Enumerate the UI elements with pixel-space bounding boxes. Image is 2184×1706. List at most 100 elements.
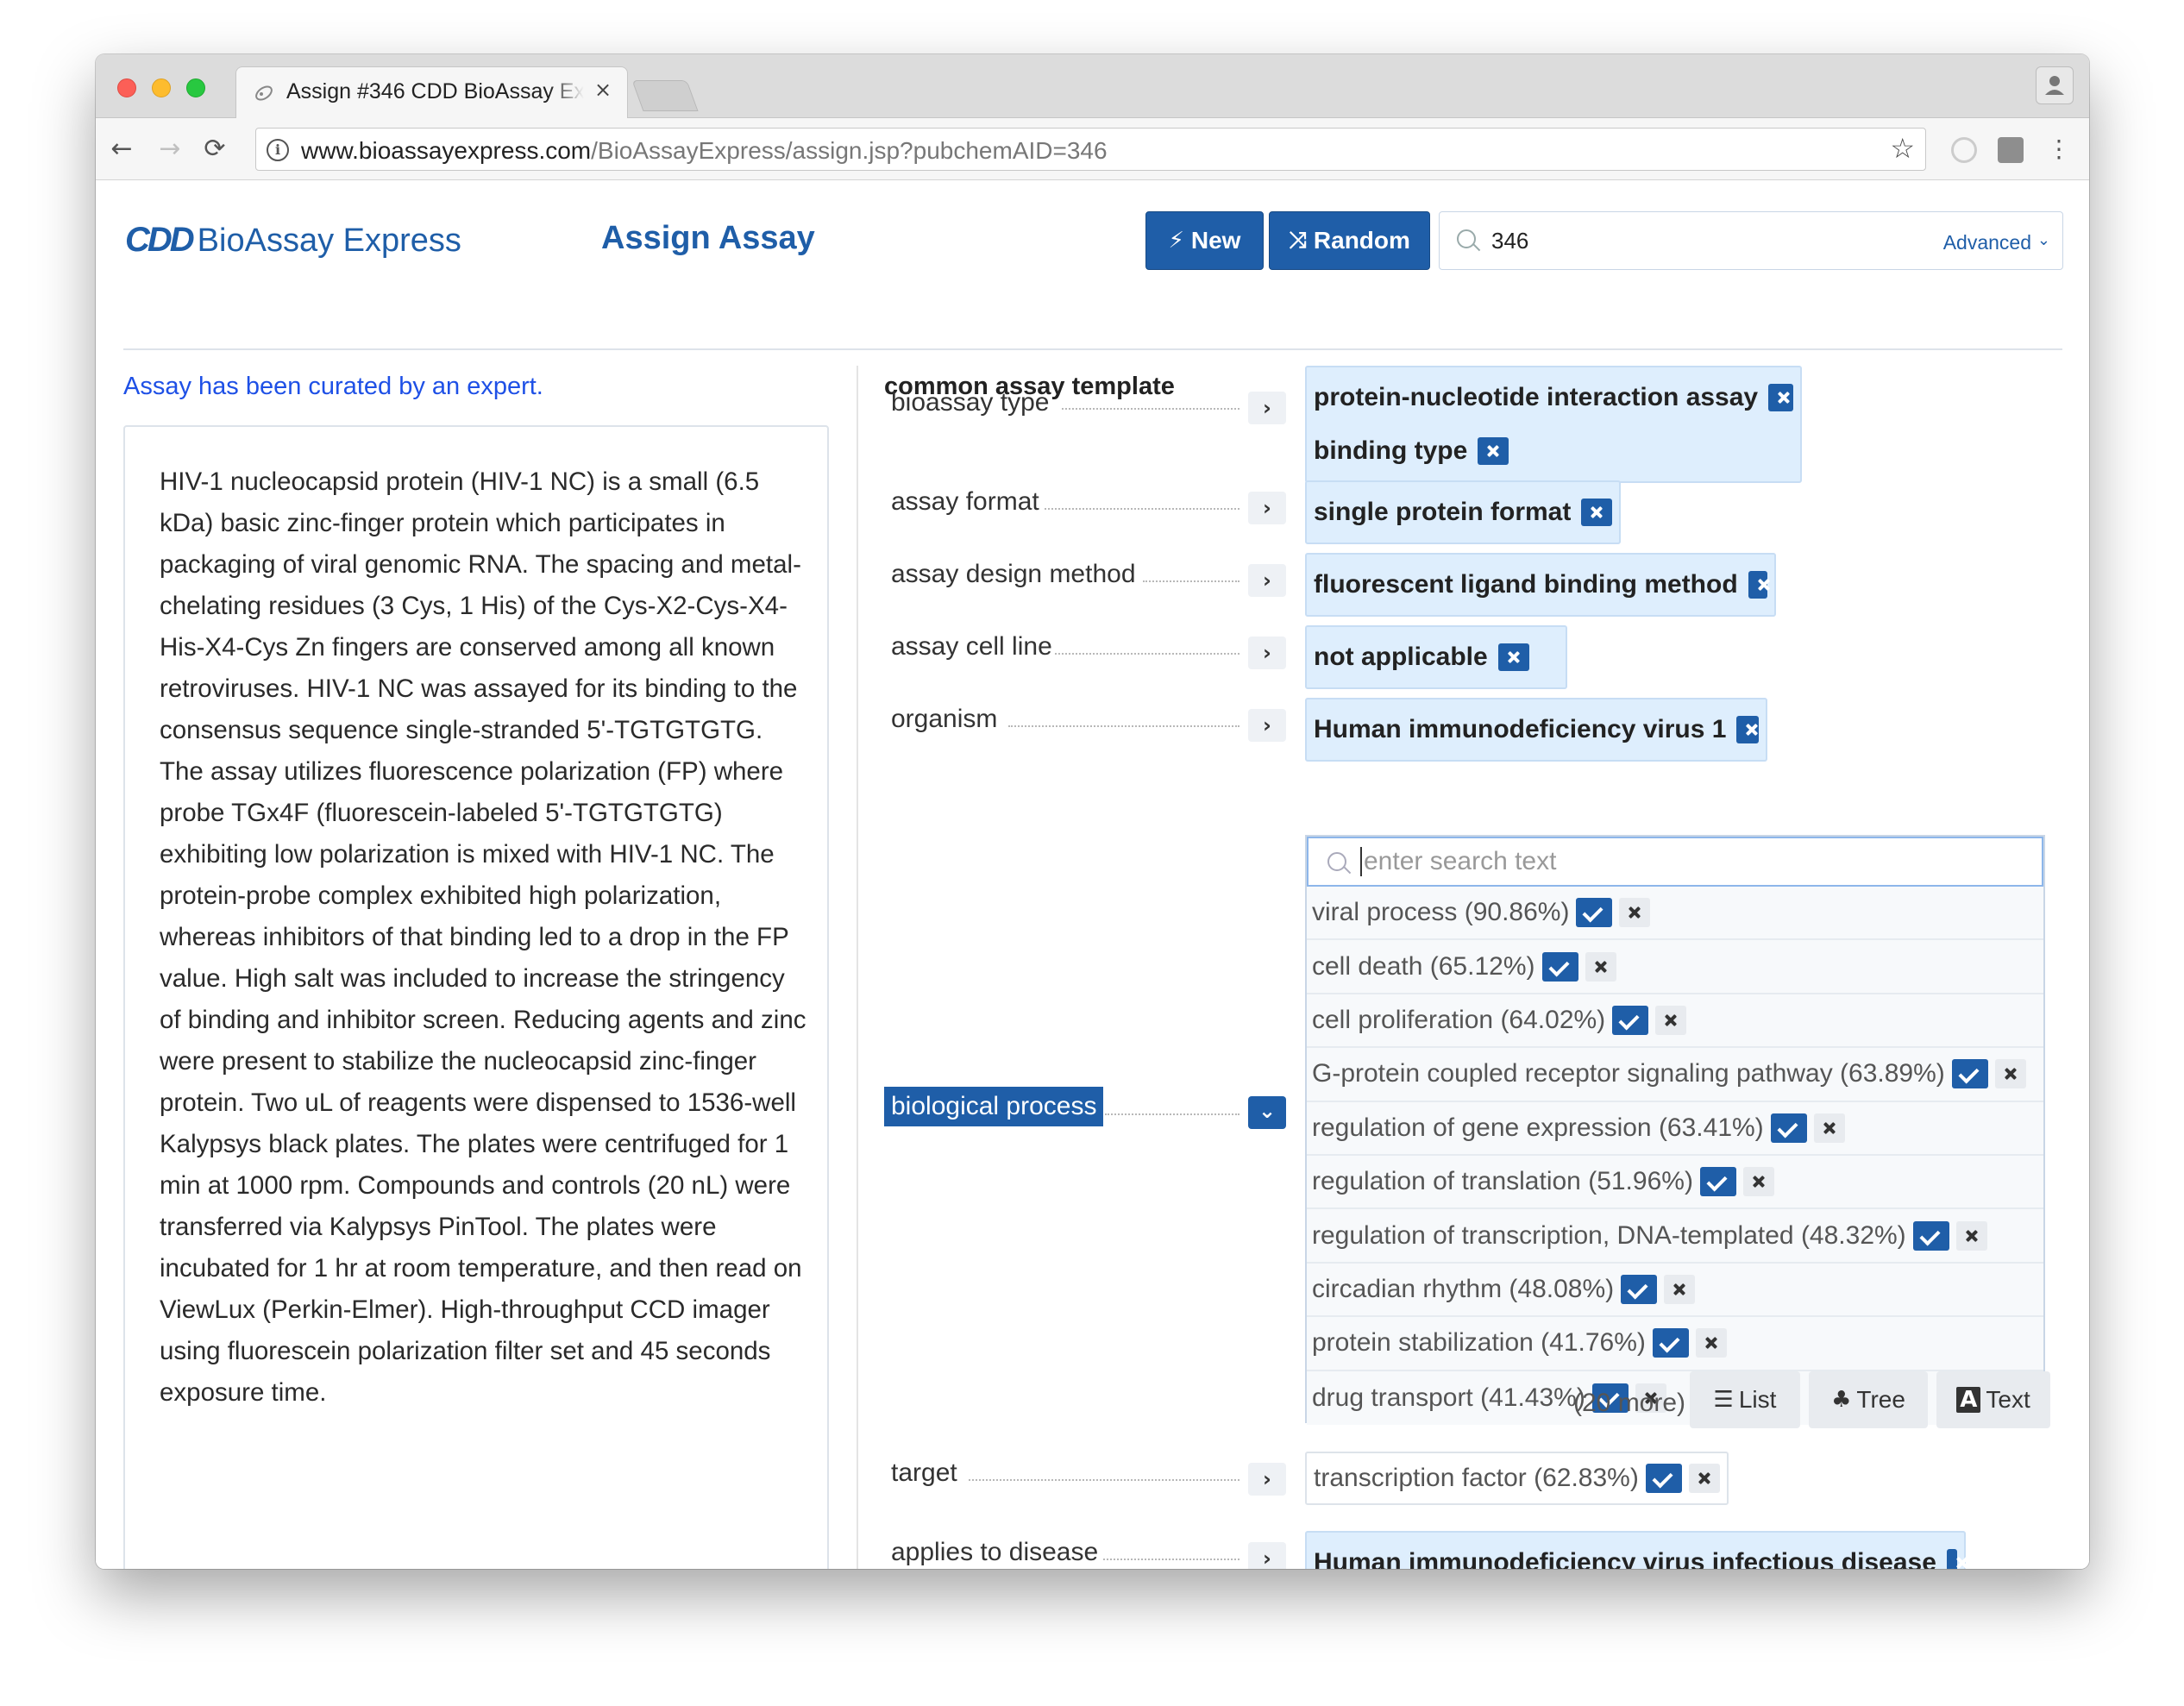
suggestion-label: transcription factor (62.83%) bbox=[1314, 1464, 1639, 1492]
leader-dots bbox=[1055, 653, 1239, 655]
advanced-search-link[interactable]: Advanced bbox=[1943, 231, 2031, 254]
reject-x-icon[interactable] bbox=[1994, 1059, 2026, 1089]
reject-x-icon[interactable] bbox=[1813, 1113, 1845, 1143]
bookmark-star-icon[interactable]: ☆ bbox=[1890, 132, 1915, 165]
tab-close-icon[interactable]: × bbox=[594, 78, 612, 102]
minimize-window-button[interactable] bbox=[152, 78, 171, 97]
leader-dots bbox=[969, 1479, 1239, 1481]
new-button[interactable]: ⚡ New bbox=[1145, 211, 1264, 270]
suggestion-item[interactable]: circadian rhythm (48.08%) bbox=[1307, 1263, 2043, 1318]
remove-value-icon[interactable] bbox=[1946, 1549, 1957, 1569]
tree-view-button[interactable]: ♣ Tree bbox=[1809, 1371, 1928, 1428]
accept-check-icon[interactable] bbox=[1541, 951, 1578, 982]
page-title: Assign Assay bbox=[601, 220, 815, 256]
forward-button[interactable]: → bbox=[153, 132, 187, 166]
assigned-value: protein-nucleotide interaction assay bbox=[1314, 371, 1793, 424]
suggestion-item[interactable]: protein stabilization (41.76%) bbox=[1307, 1317, 2043, 1371]
logo-text: BioAssay Express bbox=[197, 223, 461, 259]
reject-x-icon[interactable] bbox=[1585, 951, 1616, 982]
expand-bioassay-type-button[interactable]: › bbox=[1248, 392, 1286, 424]
reject-x-icon[interactable] bbox=[1664, 1274, 1696, 1304]
leader-dots bbox=[1045, 508, 1239, 510]
remove-value-icon[interactable] bbox=[1478, 437, 1509, 465]
remove-value-icon[interactable] bbox=[1581, 499, 1612, 526]
assay-description: HIV-1 nucleocapsid protein (HIV-1 NC) is… bbox=[160, 467, 806, 1407]
curation-note[interactable]: Assay has been curated by an expert. bbox=[123, 373, 543, 401]
row-label-applies-to-disease: applies to disease bbox=[891, 1538, 1099, 1566]
suggestion-item[interactable]: cell proliferation (64.02%) bbox=[1307, 994, 2043, 1049]
value-group-bioassay-type: protein-nucleotide interaction assay bin… bbox=[1305, 366, 1802, 483]
list-view-button[interactable]: ☰ List bbox=[1690, 1371, 1800, 1428]
random-button[interactable]: ⤨ Random bbox=[1269, 211, 1430, 270]
reject-x-icon[interactable] bbox=[1688, 1464, 1720, 1493]
accept-check-icon[interactable] bbox=[1912, 1220, 1949, 1251]
reload-button[interactable]: ⟳ bbox=[198, 132, 232, 166]
expand-assay-design-method-button[interactable]: › bbox=[1248, 564, 1286, 597]
expand-applies-to-disease-button[interactable]: › bbox=[1248, 1542, 1286, 1569]
extension-icon[interactable] bbox=[1951, 137, 1977, 163]
reject-x-icon[interactable] bbox=[1619, 898, 1651, 928]
suggestion-label: protein stabilization (41.76%) bbox=[1312, 1328, 1646, 1358]
profile-button[interactable] bbox=[2036, 66, 2074, 104]
suggestion-item[interactable]: viral process (90.86%) bbox=[1307, 887, 2043, 941]
browser-tab[interactable]: Assign #346 CDD BioAssay Express × bbox=[235, 66, 628, 119]
logo[interactable]: CDD BioAssay Express bbox=[125, 221, 461, 260]
extension-icon[interactable] bbox=[1998, 137, 2024, 163]
accept-check-icon[interactable] bbox=[1621, 1274, 1658, 1304]
url-path: /BioAssayExpress/assign.jsp?pubchemAID=3… bbox=[591, 137, 1108, 164]
new-tab-button[interactable] bbox=[631, 80, 699, 111]
info-icon[interactable]: i bbox=[267, 139, 289, 161]
suggestion-item[interactable]: regulation of translation (51.96%) bbox=[1307, 1155, 2043, 1210]
row-label-organism: organism bbox=[891, 705, 998, 733]
accept-check-icon[interactable] bbox=[1576, 898, 1613, 928]
row-label-target: target bbox=[891, 1458, 957, 1487]
value-label: Human immunodeficiency virus 1 bbox=[1314, 715, 1727, 743]
suggestion-item[interactable]: regulation of gene expression (63.41%) bbox=[1307, 1101, 2043, 1156]
remove-value-icon[interactable] bbox=[1748, 571, 1767, 599]
expand-assay-cell-line-button[interactable]: › bbox=[1248, 637, 1286, 669]
value-label: protein-nucleotide interaction assay bbox=[1314, 383, 1759, 411]
remove-value-icon[interactable] bbox=[1768, 384, 1793, 411]
suggestion-item[interactable]: regulation of transcription, DNA-templat… bbox=[1307, 1209, 2043, 1264]
logo-mark: CDD bbox=[125, 221, 195, 259]
value-label: not applicable bbox=[1314, 643, 1488, 671]
suggestion-item[interactable]: cell death (65.12%) bbox=[1307, 940, 2043, 994]
address-bar[interactable]: i www.bioassayexpress.com/BioAssayExpres… bbox=[255, 128, 1926, 171]
page: CDD BioAssay Express Assign Assay ⚡ New … bbox=[96, 181, 2089, 1569]
assay-search-input[interactable]: 346 Advanced ⌄ bbox=[1439, 211, 2063, 270]
back-button[interactable]: ← bbox=[104, 132, 139, 166]
remove-value-icon[interactable] bbox=[1497, 643, 1529, 671]
close-window-button[interactable] bbox=[117, 78, 136, 97]
reject-x-icon[interactable] bbox=[1655, 1005, 1687, 1035]
suggestion-panel: enter search text viral process (90.86%)… bbox=[1305, 835, 2045, 1425]
text-view-button[interactable]: A Text bbox=[1936, 1371, 2050, 1428]
url-text: www.bioassayexpress.com/BioAssayExpress/… bbox=[301, 137, 1108, 165]
remove-value-icon[interactable] bbox=[1736, 716, 1759, 743]
reject-x-icon[interactable] bbox=[1695, 1328, 1727, 1358]
zoom-window-button[interactable] bbox=[186, 78, 205, 97]
expand-organism-button[interactable]: › bbox=[1248, 709, 1286, 742]
accept-check-icon[interactable] bbox=[1951, 1059, 1988, 1089]
assigned-value: not applicable bbox=[1314, 630, 1559, 684]
accept-check-icon[interactable] bbox=[1770, 1113, 1807, 1143]
menu-icon[interactable]: ⋮ bbox=[2042, 132, 2076, 166]
value-label: single protein format bbox=[1314, 498, 1572, 526]
collapse-biological-process-button[interactable]: ⌄ bbox=[1248, 1096, 1286, 1129]
reject-x-icon[interactable] bbox=[1742, 1167, 1774, 1197]
accept-check-icon[interactable] bbox=[1699, 1167, 1736, 1197]
target-suggestion[interactable]: transcription factor (62.83%) bbox=[1305, 1452, 1729, 1505]
more-suggestions-count[interactable]: (20 more) bbox=[1573, 1389, 1685, 1418]
suggestion-item[interactable]: G-protein coupled receptor signaling pat… bbox=[1307, 1048, 2043, 1102]
reject-x-icon[interactable] bbox=[1955, 1220, 1987, 1251]
accept-check-icon[interactable] bbox=[1612, 1005, 1649, 1035]
row-label-assay-design-method: assay design method bbox=[891, 560, 1136, 588]
expand-target-button[interactable]: › bbox=[1248, 1463, 1286, 1496]
accept-check-icon[interactable] bbox=[1645, 1464, 1682, 1493]
accept-check-icon[interactable] bbox=[1652, 1328, 1689, 1358]
value-label: binding type bbox=[1314, 436, 1468, 465]
suggestion-label: regulation of translation (51.96%) bbox=[1312, 1167, 1693, 1196]
url-domain: www.bioassayexpress.com bbox=[301, 137, 592, 164]
search-icon bbox=[1327, 852, 1346, 871]
suggestion-search-input[interactable]: enter search text bbox=[1307, 837, 2043, 887]
expand-assay-format-button[interactable]: › bbox=[1248, 492, 1286, 524]
